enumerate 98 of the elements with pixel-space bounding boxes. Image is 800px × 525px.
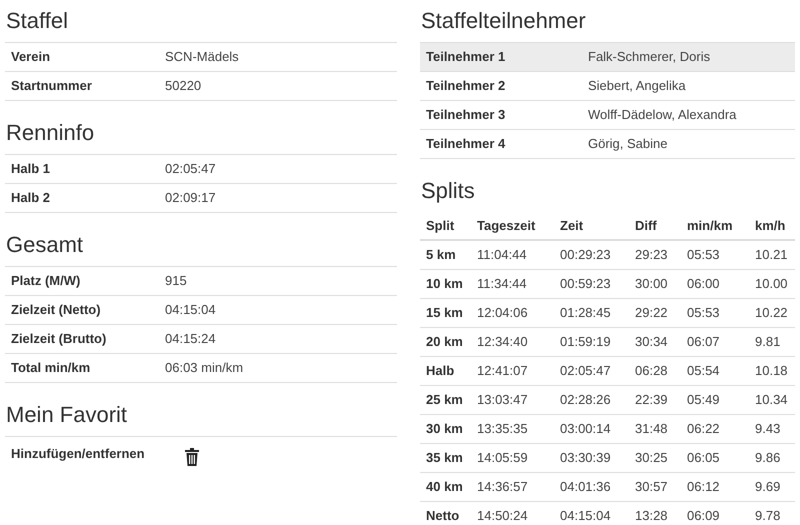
row-value: Wolff-Dädelow, Alexandra <box>588 106 736 124</box>
table-cell-text: 05:53 <box>687 246 721 264</box>
table-cell-text: Netto <box>425 507 460 525</box>
row-label: Halb 1 <box>10 160 52 178</box>
table-cell-text: 12:34:40 <box>477 333 529 352</box>
row-value: SCN-Mädels <box>165 48 239 66</box>
row-label: Verein <box>10 48 52 66</box>
table-cell-text: 05:54 <box>687 362 721 380</box>
table-cell-text: 30:00 <box>635 275 669 294</box>
table-cell-text: 9.78 <box>755 507 782 525</box>
table-cell-text: 10 km <box>425 275 464 294</box>
table-cell-text: 02:05:47 <box>560 362 612 380</box>
column-header: km/h <box>755 216 786 235</box>
table-cell-text: 29:23 <box>635 246 669 264</box>
table-cell-text: 06:09 <box>687 507 721 525</box>
table-cell-text: 03:00:14 <box>560 420 612 438</box>
table-cell-text: 13:28 <box>635 507 669 525</box>
section-heading: Renninfo <box>5 122 94 144</box>
row-label: Platz (M/W) <box>10 272 82 290</box>
row-label: Zielzeit (Netto) <box>10 301 102 320</box>
table-cell-text: 10.22 <box>755 304 789 322</box>
table-cell-text: 15 km <box>425 304 464 322</box>
row-label: Teilnehmer 2 <box>425 77 506 96</box>
row-label: Hinzufügen/entfernen <box>10 445 146 463</box>
table-cell-text: 10.18 <box>755 362 789 380</box>
table-cell-text: 14:50:24 <box>477 507 529 525</box>
table-cell-text: 9.69 <box>755 478 782 496</box>
table-cell-text: 14:05:59 <box>477 449 529 468</box>
section-heading: Mein Favorit <box>5 404 128 426</box>
table-cell-text: 10.00 <box>755 275 789 294</box>
table-cell-text: 12:04:06 <box>477 304 529 322</box>
row-label: Halb 2 <box>10 189 52 208</box>
column-header: Diff <box>635 216 658 235</box>
table-cell-text: 9.43 <box>755 420 782 438</box>
table-cell-text: 05:49 <box>687 391 721 410</box>
table-cell-text: 9.86 <box>755 449 782 468</box>
section-heading: Splits <box>420 180 475 202</box>
table-cell-text: 20 km <box>425 333 464 352</box>
table-cell-text: 03:30:39 <box>560 449 612 468</box>
table-cell-text: 06:22 <box>687 420 721 438</box>
table-cell-text: 12:41:07 <box>477 362 529 380</box>
table-cell-text: 31:48 <box>635 420 669 438</box>
table-cell-text: 29:22 <box>635 304 669 322</box>
section-heading: Staffel <box>5 10 68 32</box>
table-cell-text: 06:07 <box>687 333 721 352</box>
table-cell-text: 9.81 <box>755 333 782 352</box>
table-cell-text: 13:03:47 <box>477 391 529 410</box>
column-header: Tageszeit <box>477 216 536 235</box>
row-value: 02:05:47 <box>165 160 216 178</box>
row-value: 50220 <box>165 77 202 96</box>
row-label: Teilnehmer 4 <box>425 135 506 154</box>
row-label: Startnummer <box>10 77 93 96</box>
row-value: 04:15:04 <box>165 301 216 320</box>
table-cell-text: 00:29:23 <box>560 246 612 264</box>
row-value: Siebert, Angelika <box>588 77 686 96</box>
table-cell-text: 06:12 <box>687 478 721 496</box>
column-header: min/km <box>687 216 734 235</box>
row-label: Total min/km <box>10 359 92 378</box>
row-label: Teilnehmer 3 <box>425 106 506 124</box>
row-value: 06:03 min/km <box>165 359 244 378</box>
table-cell-text: 35 km <box>425 449 464 468</box>
table-cell-text: 06:00 <box>687 275 721 294</box>
row-value: 04:15:24 <box>165 330 216 348</box>
section-heading: Staffelteilnehmer <box>420 10 586 32</box>
table-cell-text: 13:35:35 <box>477 420 529 438</box>
column-header: Split <box>425 216 456 235</box>
row-label: Teilnehmer 1 <box>425 48 506 66</box>
column-header: Zeit <box>560 216 584 235</box>
table-cell-text: Halb <box>425 362 456 380</box>
table-cell-text: 25 km <box>425 391 464 410</box>
table-cell-text: 02:28:26 <box>560 391 612 410</box>
table-cell-text: 00:59:23 <box>560 275 612 294</box>
trash-icon[interactable] <box>185 448 199 466</box>
table-cell-text: 30 km <box>425 420 464 438</box>
table-cell-text: 11:04:44 <box>477 246 528 264</box>
table-cell-text: 01:28:45 <box>560 304 612 322</box>
table-cell-text: 04:01:36 <box>560 478 612 496</box>
table-cell-text: 30:25 <box>635 449 669 468</box>
table-cell-text: 06:05 <box>687 449 721 468</box>
row-label: Zielzeit (Brutto) <box>10 330 108 348</box>
table-cell-text: 01:59:19 <box>560 333 612 352</box>
table-cell-text: 04:15:04 <box>560 507 612 525</box>
table-cell-text: 40 km <box>425 478 464 496</box>
row-value: Görig, Sabine <box>588 135 668 154</box>
row-value: 915 <box>165 272 187 290</box>
table-cell-text: 06:28 <box>635 362 669 380</box>
row-value: Falk-Schmerer, Doris <box>588 48 710 66</box>
table-cell-text: 05:53 <box>687 304 721 322</box>
table-cell-text: 30:34 <box>635 333 669 352</box>
table-cell-text: 5 km <box>425 246 457 264</box>
table-cell-text: 22:39 <box>635 391 669 410</box>
table-cell-text: 10.34 <box>755 391 789 410</box>
section-heading: Gesamt <box>5 234 84 256</box>
row-value: 02:09:17 <box>165 189 216 208</box>
table-cell-text: 30:57 <box>635 478 669 496</box>
table-cell-text: 11:34:44 <box>477 275 528 294</box>
table-cell-text: 14:36:57 <box>477 478 529 496</box>
table-cell-text: 10.21 <box>755 246 789 264</box>
